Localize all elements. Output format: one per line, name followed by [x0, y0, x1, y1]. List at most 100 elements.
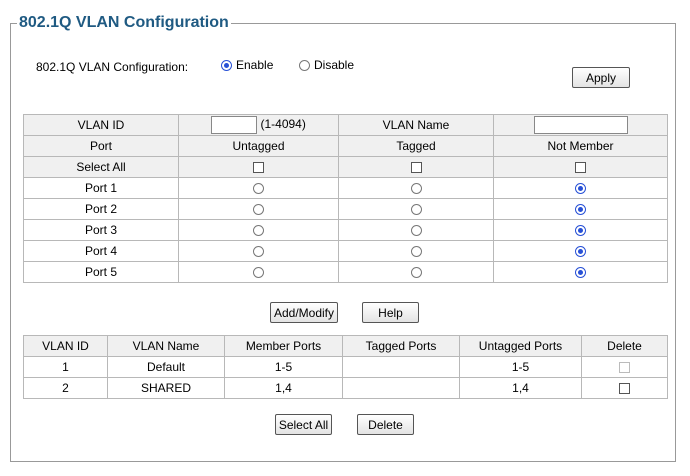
- select-all-row: Select All: [23, 156, 668, 178]
- port-tagged-radio[interactable]: [410, 183, 422, 195]
- port-option-cell: [178, 261, 339, 283]
- port-option-cell: [338, 198, 494, 220]
- vlan-column-header: Tagged Ports: [342, 335, 460, 357]
- apply-button[interactable]: Apply: [572, 67, 630, 88]
- vlan-list-header-row: VLAN ID VLAN Name Member Ports Tagged Ports…: [23, 335, 668, 357]
- vlan-column-header: VLAN Name: [107, 335, 225, 357]
- select-all-untagged-checkbox[interactable]: [253, 162, 264, 174]
- port-option-cell: [493, 177, 668, 199]
- vlan-id-range: (1-4094): [260, 117, 306, 132]
- port-name: Port 5: [23, 261, 179, 283]
- disable-label: Disable: [314, 58, 355, 72]
- vlan-id-row: VLAN ID (1-4094) VLAN Name: [23, 114, 668, 136]
- vlan-row: 2 SHARED 1,4 1,4: [23, 377, 668, 399]
- port-name: Port 4: [23, 240, 179, 262]
- vlan-row: 1 Default 1-5 1-5: [23, 356, 668, 378]
- vlan-delete-cell: [581, 356, 668, 378]
- port-tagged-radio[interactable]: [410, 225, 422, 237]
- port-tagged-radio[interactable]: [410, 246, 422, 258]
- port-option-cell: [493, 219, 668, 241]
- port-tagged-radio[interactable]: [410, 267, 422, 279]
- port-name: Port 3: [23, 219, 179, 241]
- vlan-name-cell: Default: [107, 356, 225, 378]
- enable-radio[interactable]: Enable: [221, 58, 273, 72]
- page-title: 802.1Q VLAN Configuration: [19, 14, 229, 31]
- add-modify-button[interactable]: Add/Modify: [270, 302, 338, 323]
- port-option-cell: [178, 198, 339, 220]
- vlan-delete-cell: [581, 377, 668, 399]
- port-option-cell: [178, 240, 339, 262]
- vlan-untagged-cell: 1-5: [459, 356, 582, 378]
- select-all-not-member-cell: [493, 156, 668, 178]
- port-untagged-radio[interactable]: [253, 246, 264, 258]
- disable-radio[interactable]: Disable: [299, 58, 354, 72]
- port-not-member-radio[interactable]: [575, 267, 586, 279]
- port-membership-table: VLAN ID (1-4094) VLAN Name Port Untagged…: [23, 114, 668, 283]
- port-option-cell: [493, 240, 668, 262]
- disable-radio-icon[interactable]: [299, 59, 310, 71]
- vlan-list-rows: 1 Default 1-5 1-5 2 SHARED 1,4 1,4: [23, 356, 668, 399]
- enable-radio-icon[interactable]: [221, 59, 232, 71]
- vlan-column-header: Delete: [581, 335, 668, 357]
- vlan-column-header: Untagged Ports: [459, 335, 582, 357]
- port-row: Port 2: [23, 198, 668, 220]
- port-option-cell: [493, 198, 668, 220]
- select-all-button[interactable]: Select All: [275, 414, 332, 435]
- select-all-tagged-cell: [338, 156, 494, 178]
- port-header-row: Port Untagged Tagged Not Member: [23, 135, 668, 157]
- vlan-id-cell: 2: [23, 377, 108, 399]
- vlan-delete-checkbox[interactable]: [619, 383, 630, 395]
- vlan-id-cell: (1-4094): [178, 114, 339, 136]
- vlan-id-label: VLAN ID: [23, 114, 179, 136]
- tagged-header: Tagged: [338, 135, 494, 157]
- vlan-id-cell: 1: [23, 356, 108, 378]
- vlan-name-input[interactable]: [533, 116, 628, 134]
- port-not-member-radio[interactable]: [575, 225, 586, 237]
- port-name: Port 2: [23, 198, 179, 220]
- port-not-member-radio[interactable]: [575, 204, 586, 216]
- vlan-config-label: 802.1Q VLAN Configuration:: [36, 60, 189, 74]
- vlan-name-cell: [493, 114, 668, 136]
- delete-button[interactable]: Delete: [357, 414, 414, 435]
- port-option-cell: [338, 177, 494, 199]
- vlan-member-cell: 1-5: [224, 356, 343, 378]
- port-tagged-radio[interactable]: [410, 204, 422, 216]
- untagged-header: Untagged: [178, 135, 339, 157]
- help-button[interactable]: Help: [362, 302, 419, 323]
- port-option-cell: [178, 219, 339, 241]
- port-rows: Port 1 Port 2 Port 3 Port 4 Port 5: [23, 177, 668, 283]
- port-untagged-radio[interactable]: [253, 225, 264, 237]
- vlan-enable-row: 802.1Q VLAN Configuration: Enable Disabl…: [36, 56, 636, 80]
- select-all-untagged-cell: [178, 156, 339, 178]
- port-untagged-radio[interactable]: [253, 204, 264, 216]
- port-not-member-radio[interactable]: [575, 183, 586, 195]
- port-not-member-radio[interactable]: [575, 246, 586, 258]
- port-untagged-radio[interactable]: [253, 183, 264, 195]
- select-all-tagged-checkbox[interactable]: [410, 162, 422, 174]
- vlan-delete-checkbox: [619, 362, 630, 374]
- port-row: Port 5: [23, 261, 668, 283]
- port-row: Port 4: [23, 240, 668, 262]
- port-header: Port: [23, 135, 179, 157]
- port-row: Port 1: [23, 177, 668, 199]
- port-option-cell: [493, 261, 668, 283]
- port-untagged-radio[interactable]: [253, 267, 264, 279]
- vlan-column-header: VLAN ID: [23, 335, 108, 357]
- vlan-column-header: Member Ports: [224, 335, 343, 357]
- vlan-member-cell: 1,4: [224, 377, 343, 399]
- port-option-cell: [338, 240, 494, 262]
- vlan-name-cell: SHARED: [107, 377, 225, 399]
- port-option-cell: [338, 261, 494, 283]
- port-row: Port 3: [23, 219, 668, 241]
- vlan-tagged-cell: [342, 377, 460, 399]
- select-all-not-member-checkbox[interactable]: [575, 162, 586, 174]
- enable-label: Enable: [236, 58, 274, 72]
- vlan-name-label: VLAN Name: [338, 114, 494, 136]
- port-option-cell: [338, 219, 494, 241]
- vlan-tagged-cell: [342, 356, 460, 378]
- vlan-id-input[interactable]: [211, 116, 258, 134]
- select-all-label: Select All: [23, 156, 179, 178]
- not-member-header: Not Member: [493, 135, 668, 157]
- port-name: Port 1: [23, 177, 179, 199]
- vlan-list-table: VLAN ID VLAN Name Member Ports Tagged Ports…: [23, 335, 668, 399]
